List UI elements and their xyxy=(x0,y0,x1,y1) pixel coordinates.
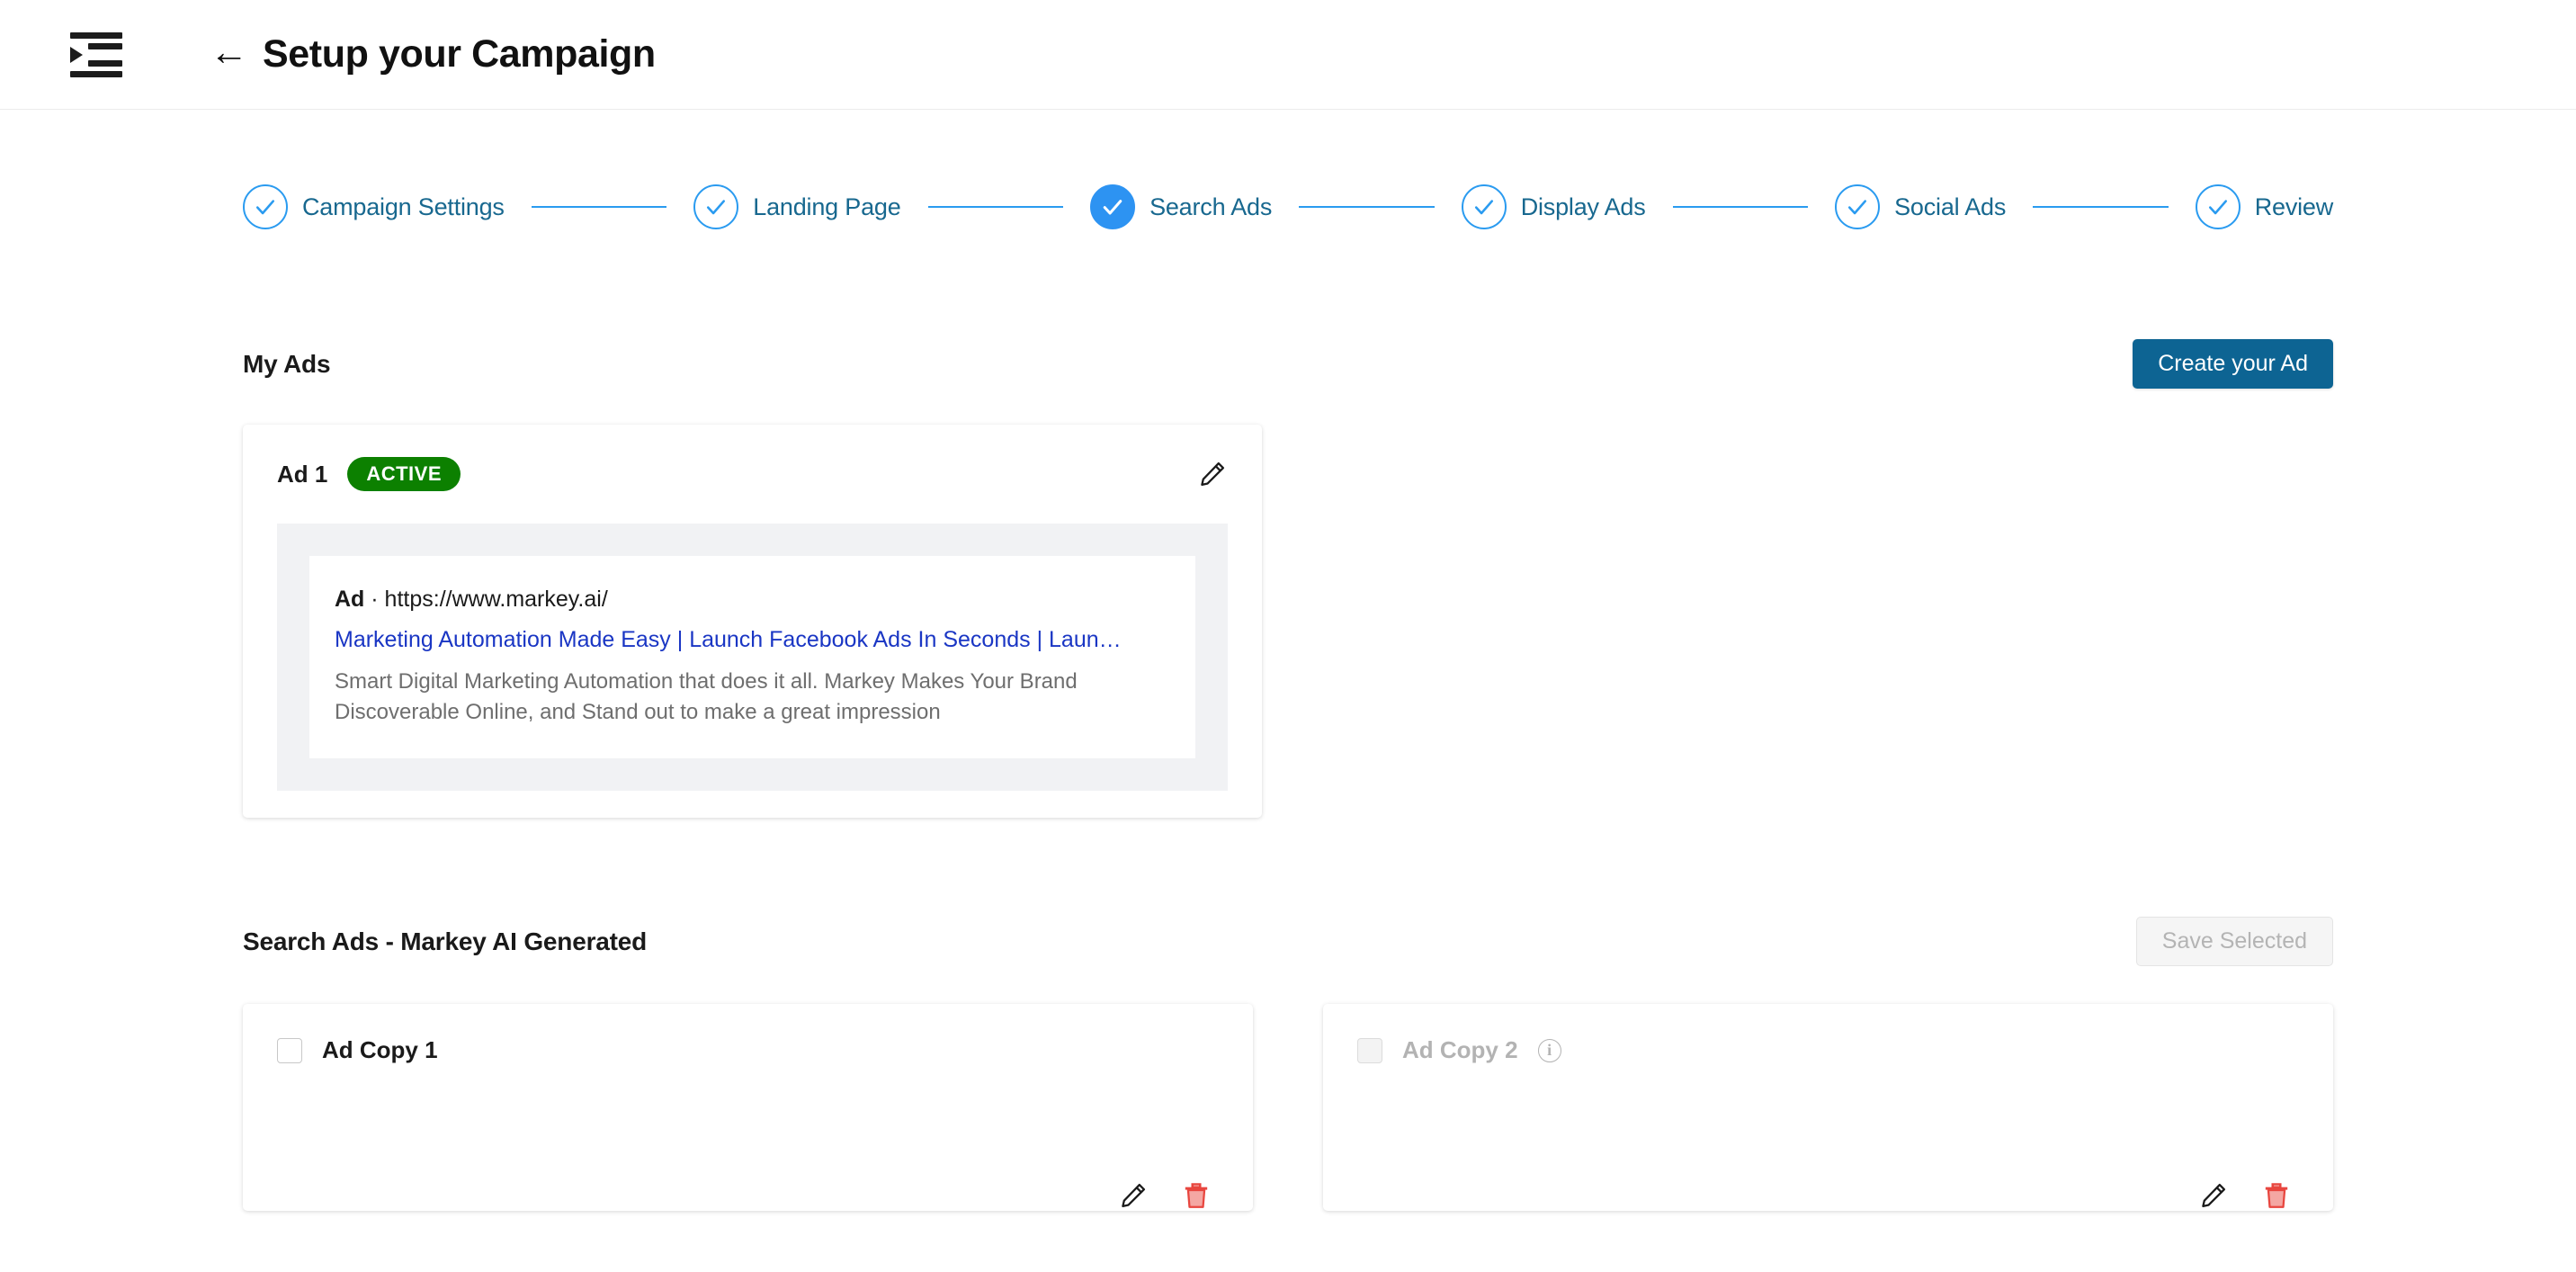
ad-copy-checkbox[interactable] xyxy=(277,1038,302,1063)
my-ads-title: My Ads xyxy=(243,350,330,379)
create-your-ad-button[interactable]: Create your Ad xyxy=(2133,339,2333,389)
page-body: Campaign Settings Landing Page Search Ad… xyxy=(0,110,2576,1272)
check-icon xyxy=(1835,184,1880,229)
step-search-ads[interactable]: Search Ads xyxy=(1090,184,1272,229)
check-icon xyxy=(1462,184,1507,229)
ad-card: Ad 1 ACTIVE Ad · https://www.markey.ai/ … xyxy=(243,425,1262,818)
ad-copy-header: Ad Copy 2 i xyxy=(1357,1036,2299,1064)
indent-menu-icon[interactable] xyxy=(70,32,122,77)
delete-ad-copy-button[interactable] xyxy=(2261,1180,2292,1211)
back-arrow-icon[interactable]: ← xyxy=(210,33,248,72)
ad-copy-label: Ad Copy 2 xyxy=(1402,1036,1518,1064)
ad-preview-panel: Ad · https://www.markey.ai/ Marketing Au… xyxy=(277,524,1228,791)
step-campaign-settings[interactable]: Campaign Settings xyxy=(243,184,505,229)
delete-ad-copy-button[interactable] xyxy=(1181,1180,1212,1211)
step-connector xyxy=(1673,206,1809,209)
ad-label: Ad xyxy=(335,587,364,612)
edit-ad-copy-button[interactable] xyxy=(1118,1180,1149,1211)
ad-card-header-left: Ad 1 ACTIVE xyxy=(277,457,461,491)
ad-url-line: Ad · https://www.markey.ai/ xyxy=(335,587,1168,613)
step-landing-page[interactable]: Landing Page xyxy=(693,184,900,229)
ad-copy-card: Ad Copy 2 i xyxy=(1323,1004,2333,1211)
step-connector xyxy=(928,206,1064,209)
ad-copy-label: Ad Copy 1 xyxy=(322,1036,438,1064)
ad-description: Smart Digital Marketing Automation that … xyxy=(335,667,1126,728)
step-label: Social Ads xyxy=(1894,193,2006,221)
page-title-group: ← Setup your Campaign xyxy=(210,32,656,76)
campaign-stepper: Campaign Settings Landing Page Search Ad… xyxy=(243,110,2333,207)
pencil-icon xyxy=(1118,1180,1149,1211)
ad-name: Ad 1 xyxy=(277,461,327,488)
ad-copy-header: Ad Copy 1 xyxy=(277,1036,1219,1064)
ad-url: https://www.markey.ai/ xyxy=(385,587,608,612)
edit-ad-copy-button[interactable] xyxy=(2198,1180,2229,1211)
trash-icon xyxy=(2261,1180,2292,1211)
step-label: Landing Page xyxy=(753,193,900,221)
generated-ads-title: Search Ads - Markey AI Generated xyxy=(243,927,647,956)
info-circle-icon[interactable]: i xyxy=(1538,1039,1561,1062)
ad-preview-box: Ad · https://www.markey.ai/ Marketing Au… xyxy=(309,556,1195,758)
step-display-ads[interactable]: Display Ads xyxy=(1462,184,1646,229)
step-social-ads[interactable]: Social Ads xyxy=(1835,184,2006,229)
ad-headline[interactable]: Marketing Automation Made Easy | Launch … xyxy=(335,627,1168,653)
ad-copy-actions xyxy=(2198,1180,2292,1211)
ad-copy-checkbox xyxy=(1357,1038,1382,1063)
check-icon xyxy=(2196,184,2241,229)
trash-icon xyxy=(1181,1180,1212,1211)
step-label: Display Ads xyxy=(1521,193,1646,221)
app-header: ← Setup your Campaign xyxy=(0,0,2576,110)
generated-ads-grid: Ad Copy 1 xyxy=(243,1004,2333,1211)
check-icon xyxy=(243,184,288,229)
check-icon xyxy=(693,184,738,229)
step-review[interactable]: Review xyxy=(2196,184,2333,229)
ad-copy-card: Ad Copy 1 xyxy=(243,1004,1253,1211)
step-connector xyxy=(1299,206,1435,209)
edit-ad-button[interactable] xyxy=(1197,459,1228,489)
save-selected-button[interactable]: Save Selected xyxy=(2136,917,2333,966)
step-label: Search Ads xyxy=(1149,193,1272,221)
status-badge: ACTIVE xyxy=(347,457,461,491)
generated-header-row: Search Ads - Markey AI Generated Save Se… xyxy=(243,917,2333,966)
pencil-icon xyxy=(2198,1180,2229,1211)
step-connector xyxy=(2033,206,2169,209)
ad-card-header: Ad 1 ACTIVE xyxy=(277,457,1228,491)
step-label: Review xyxy=(2255,193,2333,221)
step-connector xyxy=(532,206,667,209)
my-ads-header-row: My Ads Create your Ad xyxy=(243,339,2333,389)
page-title: Setup your Campaign xyxy=(263,32,656,76)
pencil-icon xyxy=(1197,459,1228,489)
step-label: Campaign Settings xyxy=(302,193,505,221)
ad-copy-actions xyxy=(1118,1180,1212,1211)
ad-separator: · xyxy=(364,587,384,612)
check-icon xyxy=(1090,184,1135,229)
